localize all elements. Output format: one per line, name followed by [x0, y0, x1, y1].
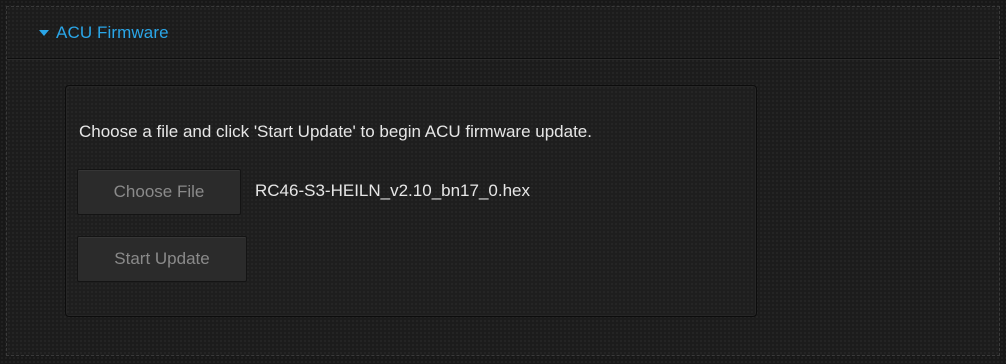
acu-firmware-panel-header[interactable]: ACU Firmware — [7, 7, 999, 59]
acu-firmware-panel: ACU Firmware Choose a file and click 'St… — [6, 6, 1000, 356]
page-background: ACU Firmware Choose a file and click 'St… — [0, 0, 1006, 364]
selected-file-name: RC46-S3-HEILN_v2.10_bn17_0.hex — [255, 181, 531, 200]
caret-down-icon[interactable] — [39, 30, 49, 36]
start-update-button[interactable]: Start Update — [77, 236, 247, 282]
panel-title[interactable]: ACU Firmware — [56, 23, 169, 43]
instructions-text: Choose a file and click 'Start Update' t… — [79, 122, 592, 141]
firmware-update-box: Choose a file and click 'Start Update' t… — [65, 85, 757, 317]
choose-file-button[interactable]: Choose File — [77, 169, 241, 215]
